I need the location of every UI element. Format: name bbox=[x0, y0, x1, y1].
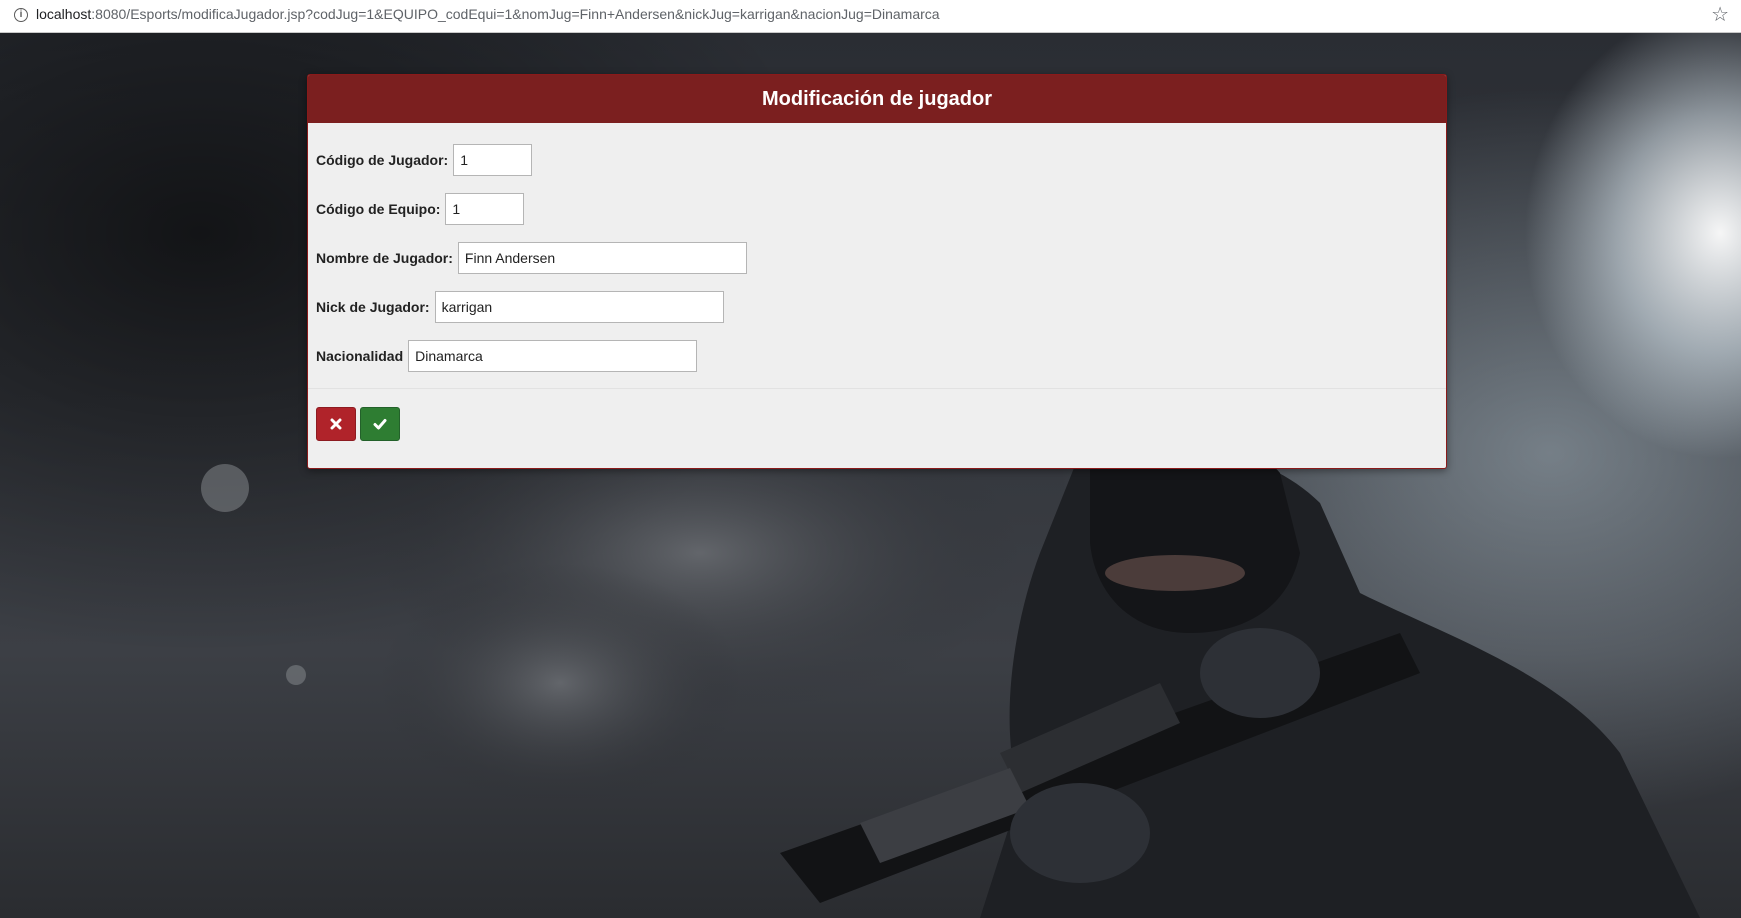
check-icon bbox=[373, 419, 387, 430]
panel-title: Modificación de jugador bbox=[308, 75, 1446, 123]
player-form: Código de Jugador: Código de Equipo: Nom… bbox=[308, 123, 1446, 373]
url-text[interactable]: localhost:8080/Esports/modificaJugador.j… bbox=[36, 6, 940, 22]
field-nationality: Nacionalidad bbox=[316, 339, 1438, 373]
bookmark-star-icon[interactable]: ☆ bbox=[1711, 3, 1729, 27]
url-host: localhost bbox=[36, 6, 92, 22]
nationality-label: Nacionalidad bbox=[316, 348, 404, 364]
cancel-button[interactable] bbox=[316, 407, 356, 441]
confirm-button[interactable] bbox=[360, 407, 400, 441]
team-code-label: Código de Equipo: bbox=[316, 201, 441, 217]
player-nick-input[interactable] bbox=[434, 291, 724, 323]
info-icon[interactable]: i bbox=[14, 8, 28, 22]
player-code-input[interactable] bbox=[453, 144, 533, 176]
player-name-input[interactable] bbox=[457, 242, 747, 274]
nationality-input[interactable] bbox=[408, 340, 698, 372]
modify-player-panel: Modificación de jugador Código de Jugado… bbox=[307, 74, 1447, 469]
player-name-label: Nombre de Jugador: bbox=[316, 250, 453, 266]
field-player-code: Código de Jugador: bbox=[316, 143, 1438, 177]
player-code-label: Código de Jugador: bbox=[316, 152, 449, 168]
player-nick-label: Nick de Jugador: bbox=[316, 299, 430, 315]
close-icon bbox=[330, 418, 342, 430]
field-player-name: Nombre de Jugador: bbox=[316, 241, 1438, 275]
url-path: :8080/Esports/modificaJugador.jsp?codJug… bbox=[91, 6, 940, 22]
panel-footer bbox=[308, 389, 1446, 441]
browser-address-bar[interactable]: i localhost:8080/Esports/modificaJugador… bbox=[0, 0, 1741, 33]
field-player-nick: Nick de Jugador: bbox=[316, 290, 1438, 324]
team-code-input[interactable] bbox=[445, 193, 525, 225]
field-team-code: Código de Equipo: bbox=[316, 192, 1438, 226]
